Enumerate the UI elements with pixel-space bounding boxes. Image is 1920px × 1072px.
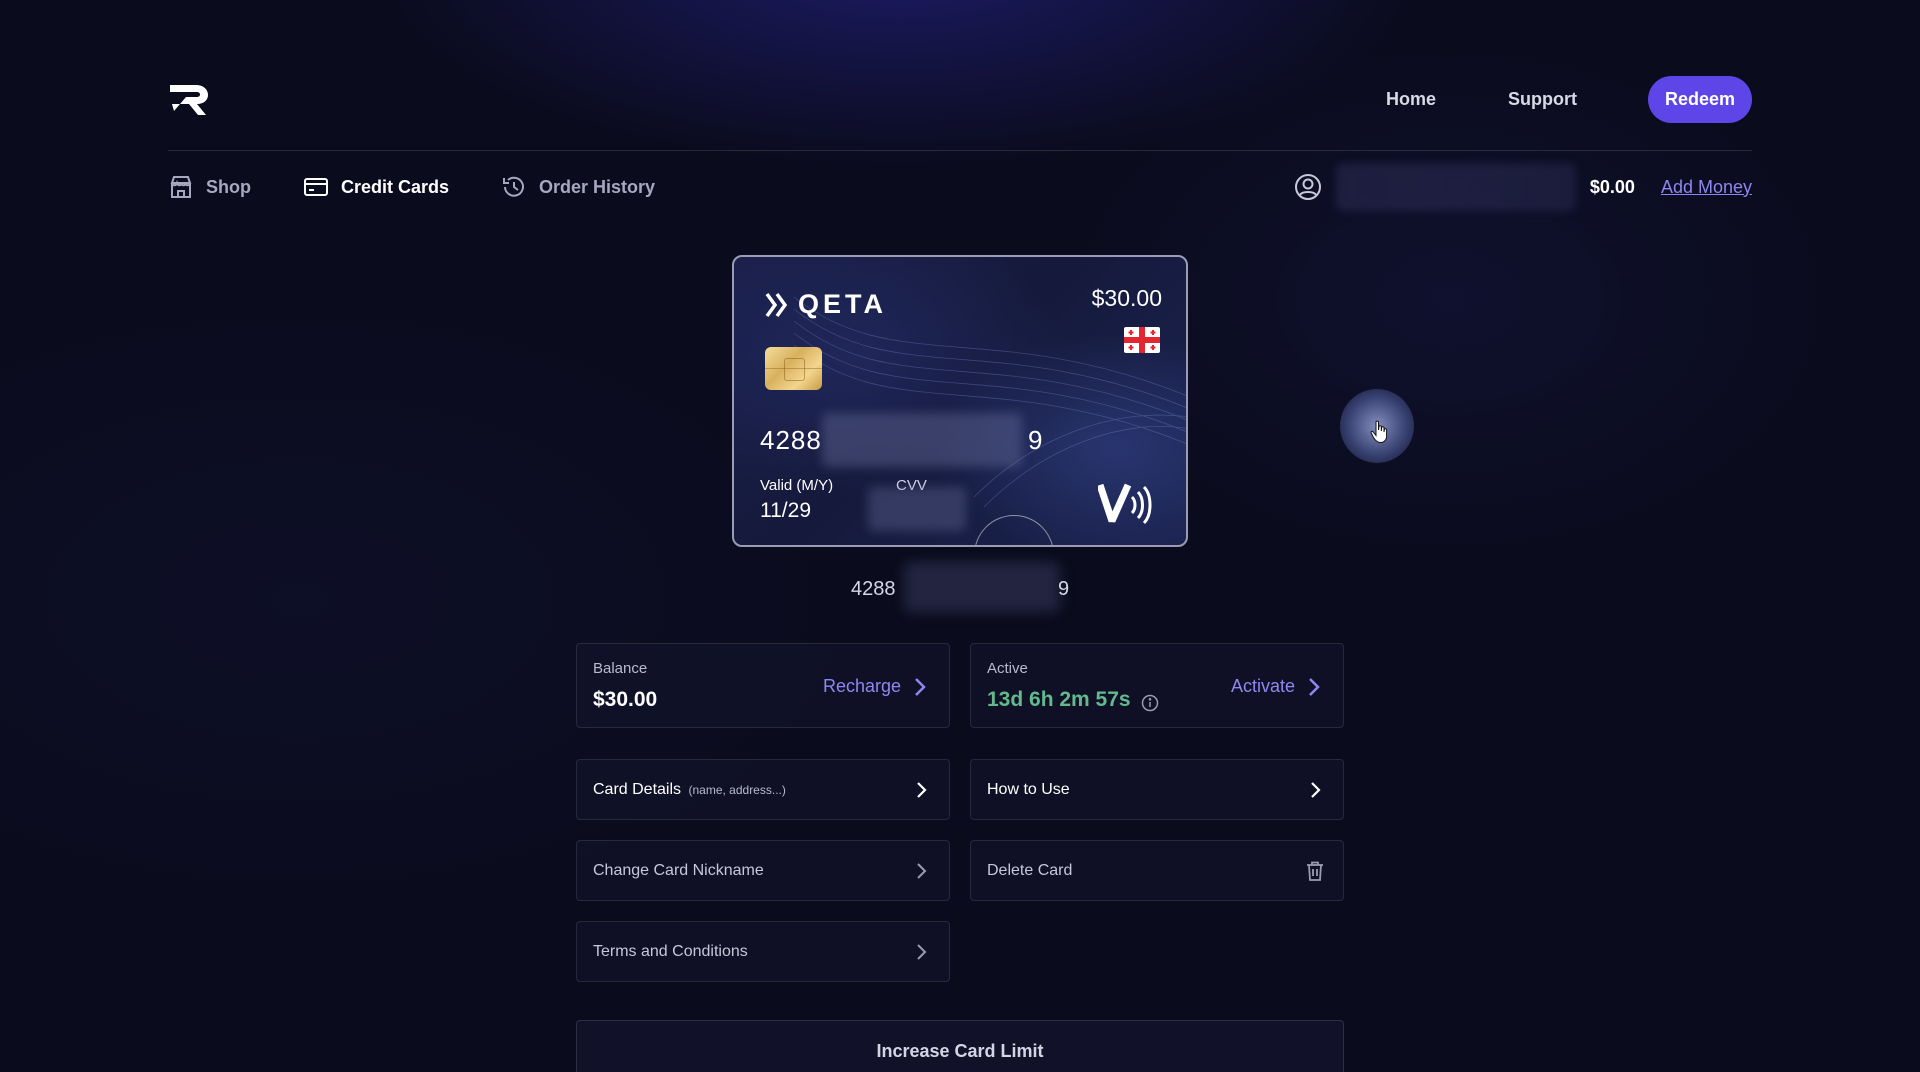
increase-card-limit-button[interactable]: Increase Card Limit	[576, 1020, 1344, 1072]
sub-nav: Shop Credit Cards Order History	[168, 172, 707, 202]
how-to-use-label: How to Use	[987, 780, 1070, 798]
card-number-caption-start: 4288	[851, 578, 896, 600]
card-details-hint: (name, address...)	[688, 782, 786, 797]
change-nickname-row[interactable]: Change Card Nickname	[576, 840, 950, 901]
redeem-button[interactable]: Redeem	[1648, 76, 1752, 123]
balance-value: $30.00	[593, 688, 658, 711]
nav-home-link[interactable]: Home	[1386, 89, 1436, 110]
activate-label: Activate	[1230, 676, 1295, 696]
delete-card-label: Delete Card	[987, 861, 1073, 879]
credit-card-icon	[304, 178, 328, 196]
hand-pointer-icon	[1370, 420, 1388, 444]
card-brand-logo: QETA	[764, 289, 887, 320]
valid-value: 11/29	[760, 499, 811, 522]
account-balance: $0.00	[1589, 176, 1635, 197]
redacted-username	[1335, 163, 1576, 211]
valid-label: Valid (M/Y)	[760, 477, 834, 494]
sub-nav-shop[interactable]: Shop	[168, 174, 251, 200]
card-details-row[interactable]: Card Details (name, address...)	[576, 759, 950, 820]
terms-label: Terms and Conditions	[593, 942, 748, 960]
change-nickname-label: Change Card Nickname	[593, 861, 764, 879]
balance-panel: Balance $30.00 Recharge	[576, 643, 950, 728]
delete-card-row[interactable]: Delete Card	[970, 840, 1344, 901]
top-nav: Home Support Redeem	[1386, 76, 1752, 123]
chevron-right-icon	[1311, 781, 1321, 798]
chevron-right-icon	[917, 862, 927, 879]
active-label: Active	[987, 660, 1028, 677]
sub-nav-credit-cards[interactable]: Credit Cards	[303, 174, 449, 200]
recharge-label: Recharge	[822, 676, 901, 696]
add-money-link[interactable]: Add Money	[1661, 177, 1752, 198]
chevron-right-icon	[1309, 677, 1320, 696]
sub-nav-label: Credit Cards	[341, 176, 450, 197]
chevron-right-icon	[915, 677, 926, 696]
account-bar: $0.00 Add Money	[1294, 163, 1752, 211]
georgia-flag-icon	[1124, 327, 1160, 353]
active-timer: 13d 6h 2m 57s	[987, 688, 1131, 711]
sub-nav-order-history[interactable]: Order History	[501, 174, 655, 200]
redacted-card-number-caption	[904, 562, 1060, 612]
header-divider	[168, 150, 1752, 151]
chevron-right-icon	[917, 781, 927, 798]
card-number-end: 9	[1028, 425, 1043, 455]
card-number-start: 4288	[760, 425, 822, 455]
redacted-card-number	[822, 413, 1022, 467]
sub-nav-label: Shop	[206, 176, 251, 197]
card-details-label: Card Details (name, address...)	[593, 781, 786, 799]
increase-card-limit-label: Increase Card Limit	[876, 1041, 1044, 1061]
card-amount: $30.00	[1091, 285, 1162, 311]
history-icon	[503, 176, 524, 197]
virtual-credit-card: QETA $30.00 4288 9 Valid (M/Y) 11/29 CVV	[732, 255, 1188, 547]
sub-nav-label: Order History	[539, 176, 656, 197]
nav-support-link[interactable]: Support	[1508, 89, 1577, 110]
top-header: Home Support Redeem	[168, 70, 1752, 150]
card-number-caption-end: 9	[1058, 578, 1070, 600]
how-to-use-row[interactable]: How to Use	[970, 759, 1344, 820]
r-brand-logo-icon[interactable]	[168, 82, 210, 118]
activate-button[interactable]: Activate	[1231, 676, 1321, 697]
card-details-title: Card Details	[593, 780, 682, 798]
info-icon[interactable]	[1141, 694, 1159, 712]
terms-row[interactable]: Terms and Conditions	[576, 921, 950, 982]
redacted-cvv	[868, 487, 966, 531]
card-chip-icon	[765, 347, 822, 390]
qeta-chevron-icon	[765, 292, 788, 317]
user-circle-icon[interactable]	[1294, 173, 1322, 201]
balance-label: Balance	[593, 660, 648, 677]
trash-icon	[1307, 861, 1323, 881]
recharge-button[interactable]: Recharge	[823, 676, 927, 697]
visa-contactless-icon	[1098, 483, 1152, 525]
store-icon	[170, 176, 192, 198]
active-panel: Active 13d 6h 2m 57s Activate	[970, 643, 1344, 728]
chevron-right-icon	[917, 943, 927, 960]
card-brand-name: QETA	[798, 289, 887, 319]
